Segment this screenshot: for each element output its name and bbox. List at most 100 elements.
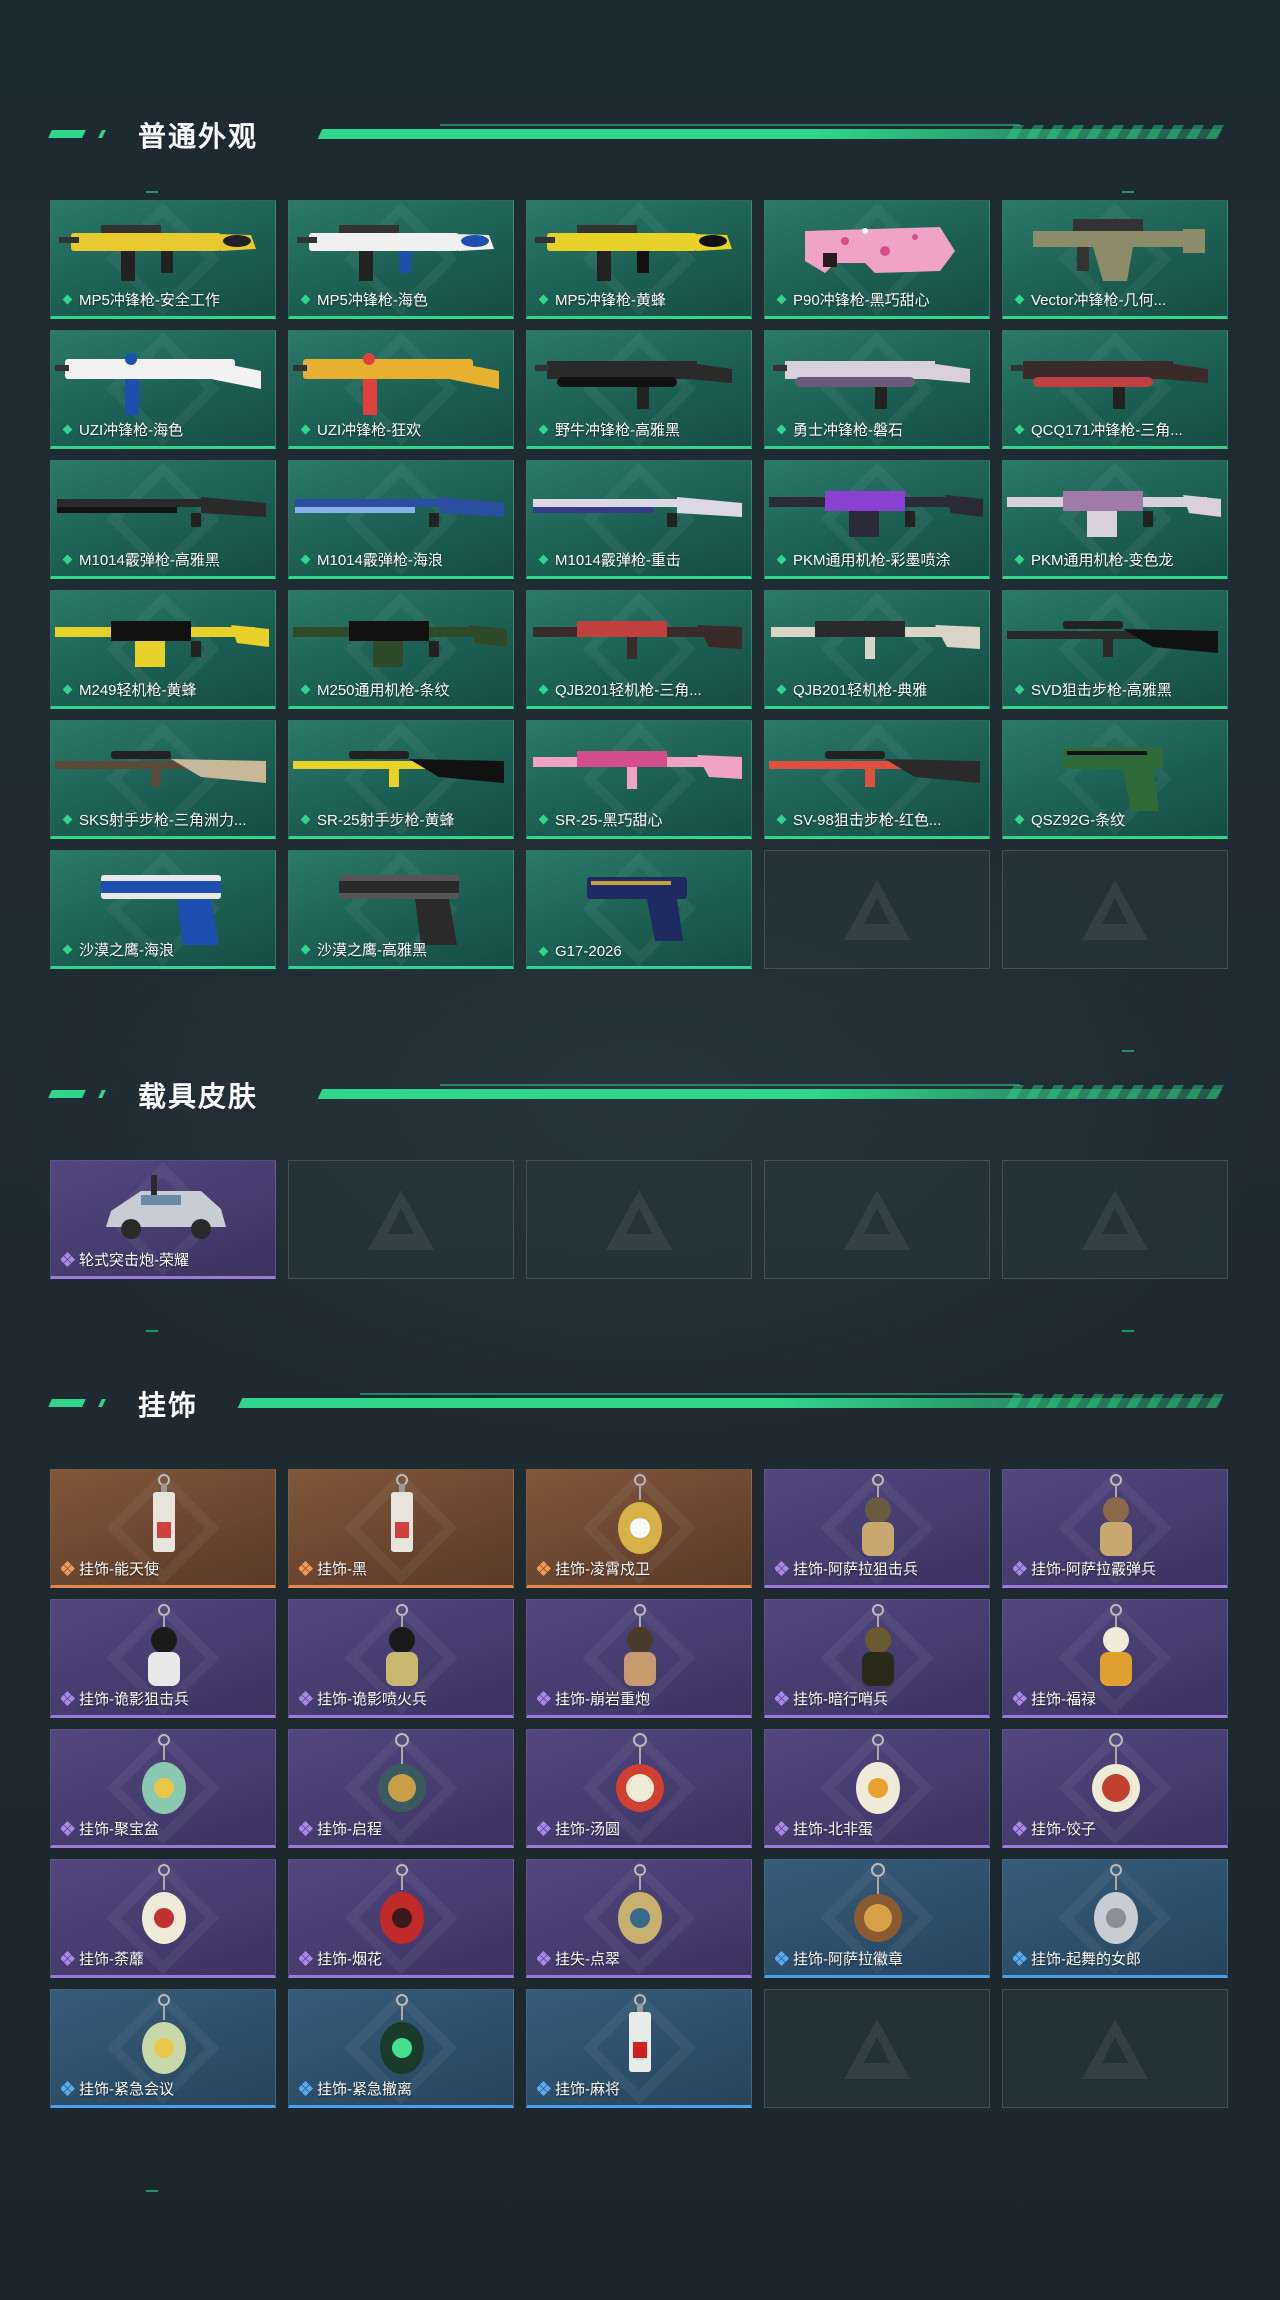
item-card[interactable]: M1014霰弹枪-高雅黑 <box>50 460 276 579</box>
item-name: 沙漠之鹰-高雅黑 <box>317 942 427 959</box>
item-label-row: 挂饰-福禄 <box>1013 1688 1221 1709</box>
item-image <box>616 1733 664 1812</box>
item-card[interactable]: QSZ92G-条纹 <box>1002 720 1228 839</box>
item-card[interactable]: 沙漠之鹰-海浪 <box>50 850 276 969</box>
item-card[interactable]: SVD狙击步枪-高雅黑 <box>1002 590 1228 709</box>
item-card[interactable]: 挂饰-启程 <box>288 1729 514 1848</box>
item-card[interactable]: 挂饰-福禄 <box>1002 1599 1228 1718</box>
rarity-icon <box>537 813 550 826</box>
item-image <box>101 875 221 945</box>
item-card[interactable]: MP5冲锋枪-海色 <box>288 200 514 319</box>
item-card[interactable]: P90冲锋枪-黑巧甜心 <box>764 200 990 319</box>
item-card[interactable]: SR-25射手步枪-黄蜂 <box>288 720 514 839</box>
header-line <box>317 124 1225 139</box>
item-card[interactable]: 挂饰-汤圆 <box>526 1729 752 1848</box>
rarity-icon <box>299 1560 314 1577</box>
empty-slot <box>1002 850 1228 969</box>
item-card[interactable]: 挂饰-北非蛋 <box>764 1729 990 1848</box>
empty-slot <box>526 1160 752 1279</box>
item-card[interactable]: SKS射手步枪-三角洲力... <box>50 720 276 839</box>
item-card[interactable]: 挂饰-紧急会议 <box>50 1989 276 2108</box>
item-card[interactable]: G17-2026 <box>526 850 752 969</box>
item-card[interactable]: SR-25-黑巧甜心 <box>526 720 752 839</box>
item-label-row: QJB201轻机枪-三角... <box>537 679 745 700</box>
item-card[interactable]: QCQ171冲锋枪-三角... <box>1002 330 1228 449</box>
item-card[interactable]: 挂饰-紧急撤离 <box>288 1989 514 2108</box>
item-card[interactable]: 挂饰-阿萨拉徽章 <box>764 1859 990 1978</box>
item-label-row: 挂饰-饺子 <box>1013 1818 1221 1839</box>
item-card[interactable]: 挂饰-能天使 <box>50 1469 276 1588</box>
item-card[interactable]: 挂饰-起舞的女郎 <box>1002 1859 1228 1978</box>
item-card[interactable]: UZI冲锋枪-海色 <box>50 330 276 449</box>
rarity-icon <box>61 1820 76 1837</box>
item-label-row: 挂饰-北非蛋 <box>775 1818 983 1839</box>
item-card[interactable]: 挂饰-聚宝盆 <box>50 1729 276 1848</box>
item-card[interactable]: M250通用机枪-条纹 <box>288 590 514 709</box>
item-image <box>386 1604 418 1686</box>
rarity-icon <box>1013 1560 1028 1577</box>
item-card[interactable]: 挂饰-饺子 <box>1002 1729 1228 1848</box>
item-image <box>618 1474 662 1554</box>
item-image <box>533 497 742 527</box>
item-card[interactable]: M1014霰弹枪-海浪 <box>288 460 514 579</box>
item-name: 挂饰-暗行哨兵 <box>793 1691 888 1708</box>
item-label-row: SKS射手步枪-三角洲力... <box>61 809 269 830</box>
rarity-icon <box>1013 1690 1028 1707</box>
item-card[interactable]: 野牛冲锋枪-高雅黑 <box>526 330 752 449</box>
item-card[interactable]: 勇士冲锋枪-磐石 <box>764 330 990 449</box>
item-card[interactable]: PKM通用机枪-变色龙 <box>1002 460 1228 579</box>
item-name: QJB201轻机枪-三角... <box>555 682 702 699</box>
item-image <box>1033 219 1205 281</box>
item-label-row: 挂饰-启程 <box>299 1818 507 1839</box>
item-name: SKS射手步枪-三角洲力... <box>79 812 247 829</box>
item-label-row: M249轻机枪-黄蜂 <box>61 679 269 700</box>
item-card[interactable]: 挂饰-阿萨拉狙击兵 <box>764 1469 990 1588</box>
item-name: SR-25-黑巧甜心 <box>555 812 663 829</box>
slot-logo-icon <box>368 1189 434 1250</box>
item-image <box>629 1994 651 2072</box>
item-card[interactable]: 挂饰-崩岩重炮 <box>526 1599 752 1718</box>
rarity-icon <box>299 813 312 826</box>
item-card[interactable]: UZI冲锋枪-狂欢 <box>288 330 514 449</box>
item-card[interactable]: MP5冲锋枪-黄蜂 <box>526 200 752 319</box>
item-image <box>535 361 732 409</box>
item-card[interactable]: QJB201轻机枪-典雅 <box>764 590 990 709</box>
item-card[interactable]: 挂饰-凌霄戍卫 <box>526 1469 752 1588</box>
item-card[interactable]: M249轻机枪-黄蜂 <box>50 590 276 709</box>
item-card[interactable]: PKM通用机枪-彩墨喷涂 <box>764 460 990 579</box>
item-name: 挂饰-诡影狙击兵 <box>79 1691 189 1708</box>
item-label-row: 挂饰-诡影狙击兵 <box>61 1688 269 1709</box>
item-card[interactable]: MP5冲锋枪-安全工作 <box>50 200 276 319</box>
item-card[interactable]: 沙漠之鹰-高雅黑 <box>288 850 514 969</box>
header-dash <box>98 1090 106 1098</box>
item-card[interactable]: M1014霰弹枪-重击 <box>526 460 752 579</box>
item-label-row: 挂饰-暗行哨兵 <box>775 1688 983 1709</box>
item-card[interactable]: SV-98狙击步枪-红色... <box>764 720 990 839</box>
item-card[interactable]: Vector冲锋枪-几何... <box>1002 200 1228 319</box>
item-label-row: 挂饰-聚宝盆 <box>61 1818 269 1839</box>
item-label-row: SVD狙击步枪-高雅黑 <box>1013 679 1221 700</box>
rarity-icon <box>775 683 788 696</box>
item-card[interactable]: QJB201轻机枪-三角... <box>526 590 752 709</box>
item-card[interactable]: 挂饰-暗行哨兵 <box>764 1599 990 1718</box>
rarity-icon <box>299 2080 314 2097</box>
item-card[interactable]: 轮式突击炮-荣耀 <box>50 1160 276 1279</box>
item-card[interactable]: 挂饰-阿萨拉霰弹兵 <box>1002 1469 1228 1588</box>
item-card[interactable]: 挂饰-黑 <box>288 1469 514 1588</box>
rarity-icon <box>61 683 74 696</box>
item-card[interactable]: 挂失-点翠 <box>526 1859 752 1978</box>
header-dash <box>48 130 86 138</box>
slot-logo-icon <box>844 879 910 940</box>
item-name: 挂饰-福禄 <box>1031 1691 1096 1708</box>
item-card[interactable]: 挂饰-麻将 <box>526 1989 752 2108</box>
rarity-icon <box>1013 1950 1028 1967</box>
slot-logo-icon <box>1082 2018 1148 2079</box>
item-card[interactable]: 挂饰-荼蘼 <box>50 1859 276 1978</box>
rarity-icon <box>299 423 312 436</box>
item-card[interactable]: 挂饰-烟花 <box>288 1859 514 1978</box>
item-card[interactable]: 挂饰-诡影喷火兵 <box>288 1599 514 1718</box>
item-name: 挂饰-起舞的女郎 <box>1031 1951 1141 1968</box>
item-image <box>587 877 687 941</box>
item-card[interactable]: 挂饰-诡影狙击兵 <box>50 1599 276 1718</box>
rarity-icon <box>299 1950 314 1967</box>
